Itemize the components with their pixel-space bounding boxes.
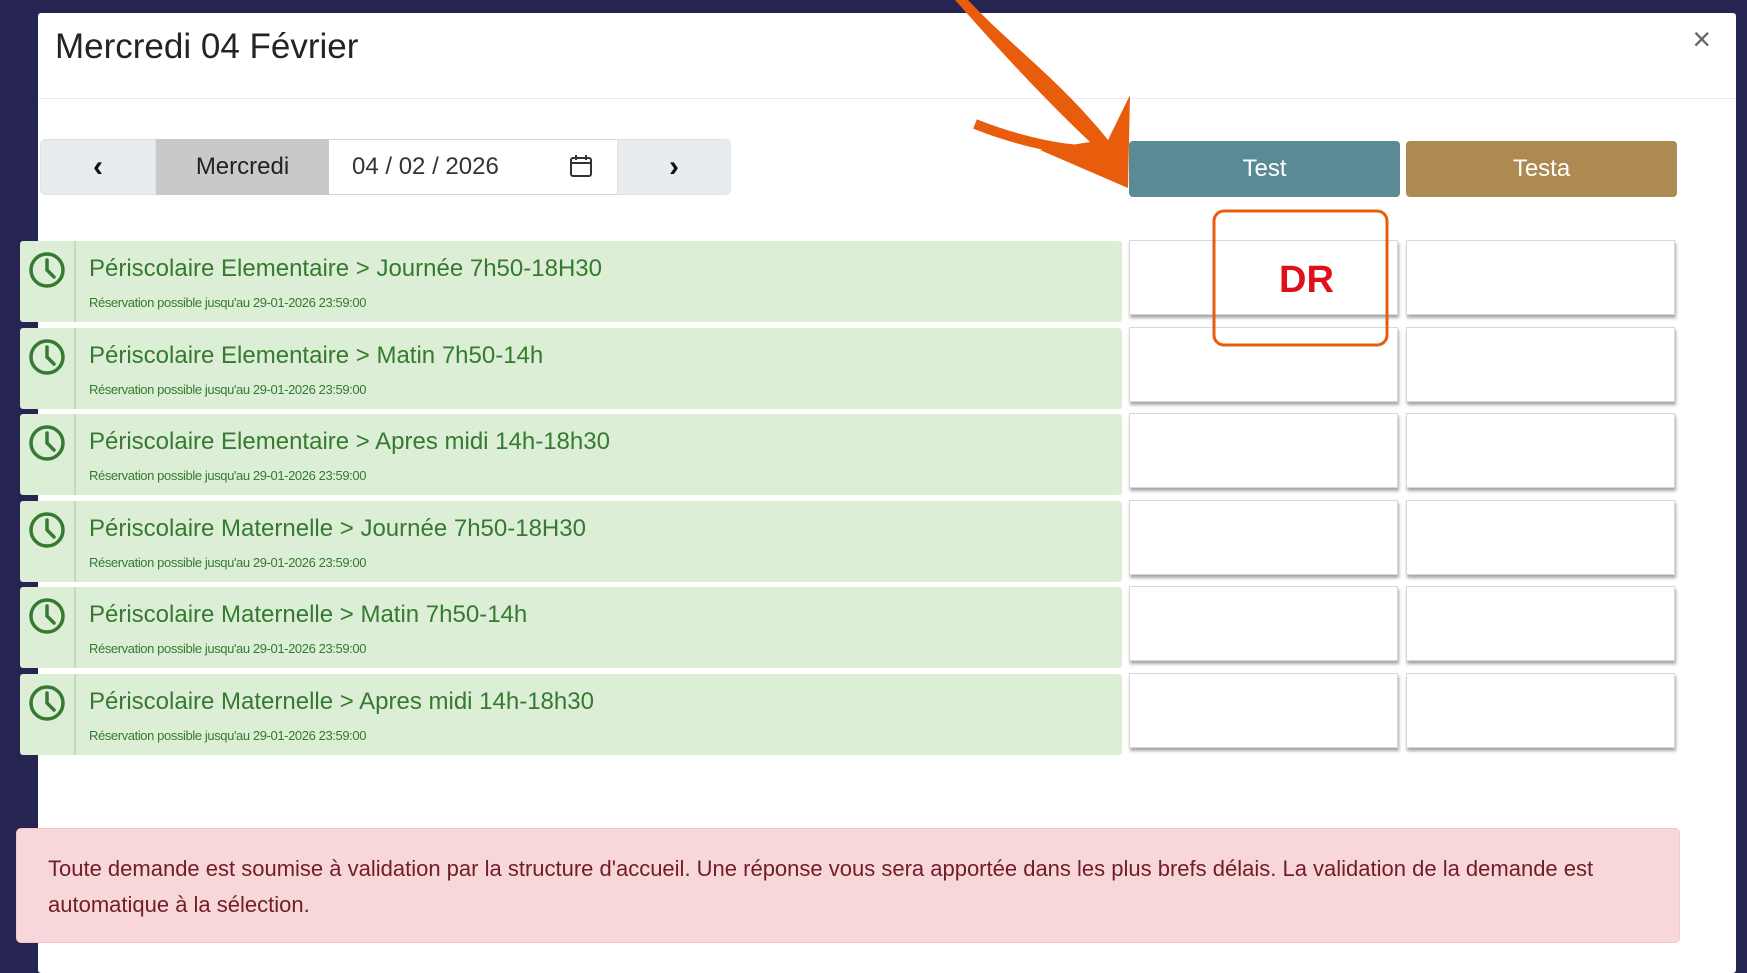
activity-row: Périscolaire Maternelle > Apres midi 14h… (20, 674, 1122, 755)
activity-row: Périscolaire Elementaire > Apres midi 14… (20, 414, 1122, 495)
clock-icon (29, 425, 65, 461)
modal-header: Mercredi 04 Février × (38, 13, 1736, 99)
testa-selection-cell[interactable] (1406, 673, 1675, 748)
activity-title: Périscolaire Maternelle > Matin 7h50-14h (89, 601, 528, 628)
clock-icon (29, 339, 65, 375)
chevron-right-icon: › (669, 150, 679, 183)
reservation-deadline: Réservation possible jusqu'au 29-01-2026… (89, 641, 367, 656)
activity-title: Périscolaire Maternelle > Journée 7h50-1… (89, 515, 586, 542)
row-icon-cell (20, 501, 76, 582)
reservation-deadline: Réservation possible jusqu'au 29-01-2026… (89, 728, 367, 743)
date-navigation: ‹ Mercredi 04 / 02 / 2026 › (40, 139, 731, 195)
reservation-deadline: Réservation possible jusqu'au 29-01-2026… (89, 468, 367, 483)
column-header-test: Test (1129, 141, 1400, 197)
previous-day-button[interactable]: ‹ (40, 139, 156, 195)
row-icon-cell (20, 328, 76, 409)
testa-selection-cell[interactable] (1406, 500, 1675, 575)
activity-row: Périscolaire Maternelle > Journée 7h50-1… (20, 501, 1122, 582)
alert-text: Toute demande est soumise à validation p… (48, 856, 1594, 917)
reservation-deadline: Réservation possible jusqu'au 29-01-2026… (89, 555, 367, 570)
testa-selection-cell[interactable] (1406, 240, 1675, 315)
clock-icon (29, 598, 65, 634)
calendar-icon[interactable] (569, 154, 593, 178)
test-selection-cell[interactable] (1129, 240, 1398, 315)
column-header-testa: Testa (1406, 141, 1677, 197)
validation-alert: Toute demande est soumise à validation p… (16, 828, 1680, 943)
row-icon-cell (20, 241, 76, 322)
date-value: 04 / 02 / 2026 (352, 153, 499, 180)
activity-row: Périscolaire Elementaire > Journée 7h50-… (20, 241, 1122, 322)
test-selection-cell[interactable] (1129, 413, 1398, 488)
modal-title: Mercredi 04 Février (55, 27, 359, 66)
test-selection-cell[interactable] (1129, 673, 1398, 748)
testa-selection-cell[interactable] (1406, 327, 1675, 402)
testa-selection-cell[interactable] (1406, 413, 1675, 488)
activity-title: Périscolaire Elementaire > Apres midi 14… (89, 428, 610, 455)
activity-title: Périscolaire Maternelle > Apres midi 14h… (89, 688, 594, 715)
reservation-deadline: Réservation possible jusqu'au 29-01-2026… (89, 382, 367, 397)
activity-title: Périscolaire Elementaire > Matin 7h50-14… (89, 342, 544, 369)
day-label: Mercredi (156, 139, 329, 195)
next-day-button[interactable]: › (617, 139, 731, 195)
test-selection-cell[interactable] (1129, 327, 1398, 402)
dr-annotation-label: DR (1279, 259, 1334, 301)
date-input[interactable]: 04 / 02 / 2026 (329, 139, 617, 195)
test-selection-cell[interactable] (1129, 586, 1398, 661)
reservation-deadline: Réservation possible jusqu'au 29-01-2026… (89, 295, 367, 310)
clock-icon (29, 685, 65, 721)
clock-icon (29, 512, 65, 548)
close-button[interactable]: × (1692, 23, 1711, 55)
testa-selection-cell[interactable] (1406, 586, 1675, 661)
row-icon-cell (20, 587, 76, 668)
chevron-left-icon: ‹ (93, 150, 103, 183)
activity-title: Périscolaire Elementaire > Journée 7h50-… (89, 255, 602, 282)
row-icon-cell (20, 674, 76, 755)
activity-row: Périscolaire Maternelle > Matin 7h50-14h… (20, 587, 1122, 668)
clock-icon (29, 252, 65, 288)
test-selection-cell[interactable] (1129, 500, 1398, 575)
activity-row: Périscolaire Elementaire > Matin 7h50-14… (20, 328, 1122, 409)
row-icon-cell (20, 414, 76, 495)
